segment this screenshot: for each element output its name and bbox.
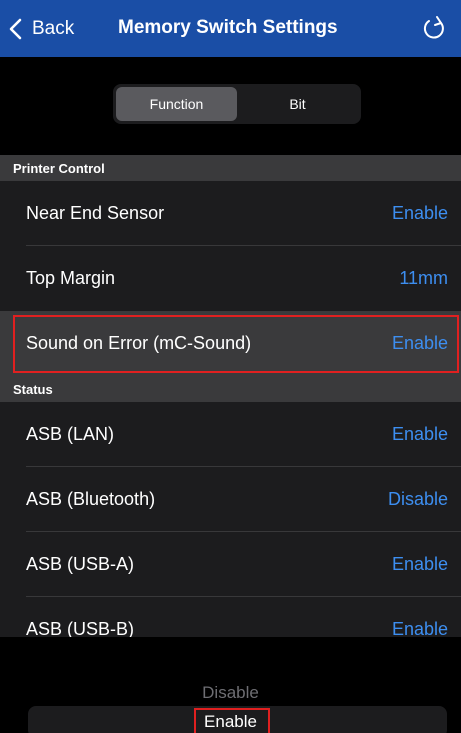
setting-value: Enable [391,424,448,444]
picker-option-enable[interactable]: Enable [0,712,461,732]
setting-row-near-end-sensor[interactable]: Near End Sensor Enable [0,181,461,246]
refresh-button[interactable] [420,14,448,42]
setting-value: Disable [387,489,448,509]
value-picker[interactable]: Disable Enable [0,637,461,733]
setting-row-top-margin[interactable]: Top Margin 11mm [0,246,461,311]
setting-label: ASB (LAN) [26,424,115,444]
chevron-left-icon [9,18,22,40]
section-header-status: Status [0,376,461,402]
section-header-printer-control: Printer Control [0,155,461,181]
setting-label: ASB (Bluetooth) [26,489,156,509]
setting-value: Enable [391,333,448,353]
setting-label: Near End Sensor [26,203,165,223]
back-button[interactable]: Back [8,14,74,44]
setting-label: Sound on Error (mC-Sound) [26,333,252,353]
setting-row-asb-usb-a[interactable]: ASB (USB-A) Enable [0,532,461,597]
setting-value: 11mm [399,268,448,288]
setting-value: Enable [391,619,448,637]
setting-label: ASB (USB-A) [26,554,135,574]
setting-value: Enable [391,554,448,574]
segmented-control: Function Bit [113,84,361,124]
setting-value: Enable [391,203,448,223]
segment-area: Function Bit [0,57,461,155]
setting-label: ASB (USB-B) [26,619,135,637]
segment-function[interactable]: Function [116,87,237,121]
settings-list[interactable]: Printer Control Near End Sensor Enable T… [0,155,461,637]
picker-option-disable[interactable]: Disable [0,683,461,703]
back-label: Back [32,18,75,39]
setting-row-sound-on-error[interactable]: Sound on Error (mC-Sound) Enable [0,311,461,376]
setting-row-asb-lan[interactable]: ASB (LAN) Enable [0,402,461,467]
setting-label: Top Margin [26,268,116,288]
setting-row-asb-bluetooth[interactable]: ASB (Bluetooth) Disable [0,467,461,532]
navigation-bar: Back Memory Switch Settings [0,0,461,57]
segment-bit[interactable]: Bit [237,87,358,121]
refresh-icon [423,16,444,39]
page-title: Memory Switch Settings [118,17,338,38]
setting-row-asb-usb-b[interactable]: ASB (USB-B) Enable [0,597,461,637]
